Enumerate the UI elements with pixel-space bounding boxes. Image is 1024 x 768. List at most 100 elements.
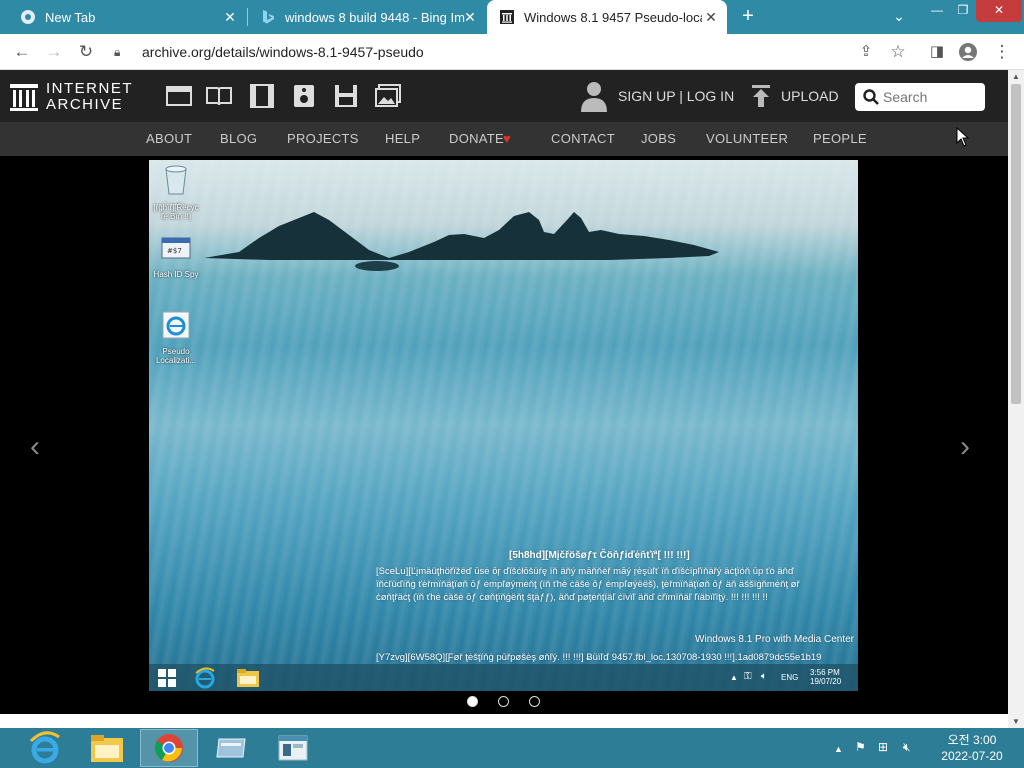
ie-taskbar-icon <box>195 667 215 689</box>
hash-spy-icon: #$7 <box>161 237 191 259</box>
audio-speaker-icon[interactable] <box>291 84 317 108</box>
taskbar-chrome[interactable] <box>140 729 198 767</box>
close-icon[interactable]: ✕ <box>462 9 478 25</box>
search-icon <box>863 89 879 105</box>
network-icon[interactable]: ⊞ <box>878 740 888 754</box>
reload-icon[interactable]: ↻ <box>76 42 96 62</box>
nav-about[interactable]: ABOUT <box>146 131 192 146</box>
menu-kebab-icon[interactable]: ⋮ <box>992 42 1012 62</box>
watermark-line-1: [SceLu][Ľįmäüţhöřïžëď ūsė ōŗ ďïšċłōšüŕę … <box>376 566 794 577</box>
tab-new-tab[interactable]: New Tab ✕ <box>8 0 246 34</box>
taskbar-screenshot-tool[interactable] <box>264 729 322 767</box>
ie-shortcut-icon <box>162 311 190 339</box>
desktop-icon-pseudo-localization[interactable]: Pseudo Localizati... <box>149 310 206 365</box>
icon-label: ľë Bïň !!] <box>161 212 191 221</box>
clock-time: 3:56 PM <box>810 668 840 677</box>
nav-people[interactable]: PEOPLE <box>813 131 867 146</box>
carousel-next-arrow[interactable]: › <box>960 432 970 462</box>
texts-book-icon[interactable] <box>206 84 232 108</box>
os-clock[interactable]: 오전 3:00 2022-07-20 <box>936 732 1008 764</box>
url-text: archive.org/details/windows-8.1-9457-pse… <box>142 44 424 60</box>
volume-tray-icon: 🔈︎ <box>761 671 767 682</box>
lock-icon: 🔒︎ <box>114 44 121 59</box>
share-icon[interactable]: ⇪ <box>856 42 876 62</box>
desktop-icon-recycle-bin[interactable]: [ŕĝĥïř][Řëcýc ľë Bïň !!] <box>149 164 206 221</box>
volume-muted-icon[interactable]: 🔇︎ <box>903 740 911 755</box>
back-icon[interactable]: ← <box>12 42 32 62</box>
icon-label: [ŕĝĥïř][Řëcýc <box>153 203 199 212</box>
show-hidden-icons[interactable]: ▲ <box>834 744 843 754</box>
language-indicator: ENG <box>781 673 799 682</box>
windows-start-icon <box>158 669 176 687</box>
nav-volunteer[interactable]: VOLUNTEER <box>706 131 788 146</box>
taskbar-app-window[interactable] <box>202 729 260 767</box>
images-icon[interactable] <box>375 84 401 108</box>
tab-title: windows 8 build 9448 - Bing Im <box>285 9 465 25</box>
profile-icon[interactable] <box>958 42 978 62</box>
taskbar-file-explorer[interactable] <box>78 729 136 767</box>
chrome-icon <box>20 9 36 25</box>
logo-line-1: INTERNET <box>46 80 133 97</box>
forward-icon[interactable]: → <box>44 42 64 62</box>
close-icon[interactable]: ✕ <box>703 9 719 25</box>
chrome-icon <box>155 734 183 762</box>
restore-button[interactable]: ❐ <box>952 0 974 22</box>
carousel-dot-2[interactable] <box>498 696 509 707</box>
nav-donate[interactable]: DONATE <box>449 131 504 146</box>
nav-blog[interactable]: BLOG <box>220 131 257 146</box>
nav-projects[interactable]: PROJECTS <box>287 131 359 146</box>
action-center-flag-icon[interactable]: ⚑ <box>855 740 866 754</box>
snipping-tool-icon <box>278 735 308 761</box>
window-app-icon <box>216 738 246 758</box>
tab-archive-active[interactable]: Windows 8.1 9457 Pseudo-loca ✕ <box>487 0 727 34</box>
clock-date: 2022-07-20 <box>941 749 1003 763</box>
nav-contact[interactable]: CONTACT <box>551 131 615 146</box>
recycle-bin-icon <box>165 165 187 195</box>
tray-arrow-icon: ▲ <box>730 673 738 682</box>
icon-label: Pseudo <box>162 347 190 356</box>
taskbar-ie[interactable] <box>16 729 74 767</box>
close-icon[interactable]: ✕ <box>222 9 238 25</box>
edition-text: Windows 8.1 Pro with Media Center <box>695 634 854 645</box>
page-bottom-strip <box>0 714 1008 728</box>
watermark-line-3: ċøňţřäċţ (ïň ťhė ċäšė ōƒ ċøňţïňġëňţ šţäƒ… <box>376 592 768 603</box>
bookmark-star-icon[interactable]: ☆ <box>888 42 908 62</box>
video-film-icon[interactable] <box>249 84 275 108</box>
software-floppy-icon[interactable] <box>333 84 359 108</box>
ia-logo[interactable]: INTERNET ARCHIVE <box>10 81 133 113</box>
nav-help[interactable]: HELP <box>385 131 420 146</box>
upload-link[interactable]: UPLOAD <box>781 88 839 104</box>
svg-text:#$7: #$7 <box>167 247 182 255</box>
clock-time: 오전 3:00 <box>947 733 997 747</box>
user-icon[interactable] <box>580 80 608 112</box>
chevron-down-icon[interactable]: ⌄ <box>888 6 910 28</box>
nav-jobs[interactable]: JOBS <box>641 131 676 146</box>
address-bar[interactable]: 🔒︎ archive.org/details/windows-8.1-9457-… <box>114 40 854 64</box>
archive-icon <box>499 9 515 25</box>
scroll-up-arrow[interactable]: ▲ <box>1012 72 1020 81</box>
carousel-prev-arrow[interactable]: ‹ <box>30 432 40 462</box>
page-scrollbar[interactable]: ▲ ▼ <box>1008 70 1024 728</box>
desktop-icon-hash-id-spy[interactable]: #$7 Hash ID Spy <box>149 237 206 279</box>
bing-icon <box>260 9 276 25</box>
tab-title: New Tab <box>45 9 96 25</box>
network-tray-icon: ⚿ <box>744 671 752 682</box>
icon-label: Hash ID Spy <box>153 270 199 279</box>
scrollbar-thumb[interactable] <box>1011 84 1021 404</box>
close-window-button[interactable]: ✕ <box>976 0 1022 22</box>
web-icon[interactable] <box>166 84 192 108</box>
tab-bing-search[interactable]: windows 8 build 9448 - Bing Im ✕ <box>248 0 486 34</box>
minimize-button[interactable]: — <box>926 0 948 22</box>
watermark-title: [5h8hd][Mįčřöšøƒτ Čöňƒiďėňťïª[ !!! !!!] <box>509 550 690 561</box>
upload-icon[interactable] <box>750 84 772 108</box>
carousel-dot-1[interactable] <box>467 696 478 707</box>
side-panel-icon[interactable]: ◨ <box>927 42 947 62</box>
search-box[interactable] <box>855 83 985 111</box>
archive-building-icon <box>10 84 38 111</box>
signup-login-link[interactable]: SIGN UP | LOG IN <box>618 88 734 104</box>
new-tab-button[interactable]: + <box>737 6 759 28</box>
scroll-down-arrow[interactable]: ▼ <box>1012 717 1020 726</box>
search-input[interactable] <box>883 89 979 105</box>
carousel-dot-3[interactable] <box>529 696 540 707</box>
screenshot-clock: 3:56 PM 19/07/20 <box>810 668 841 686</box>
